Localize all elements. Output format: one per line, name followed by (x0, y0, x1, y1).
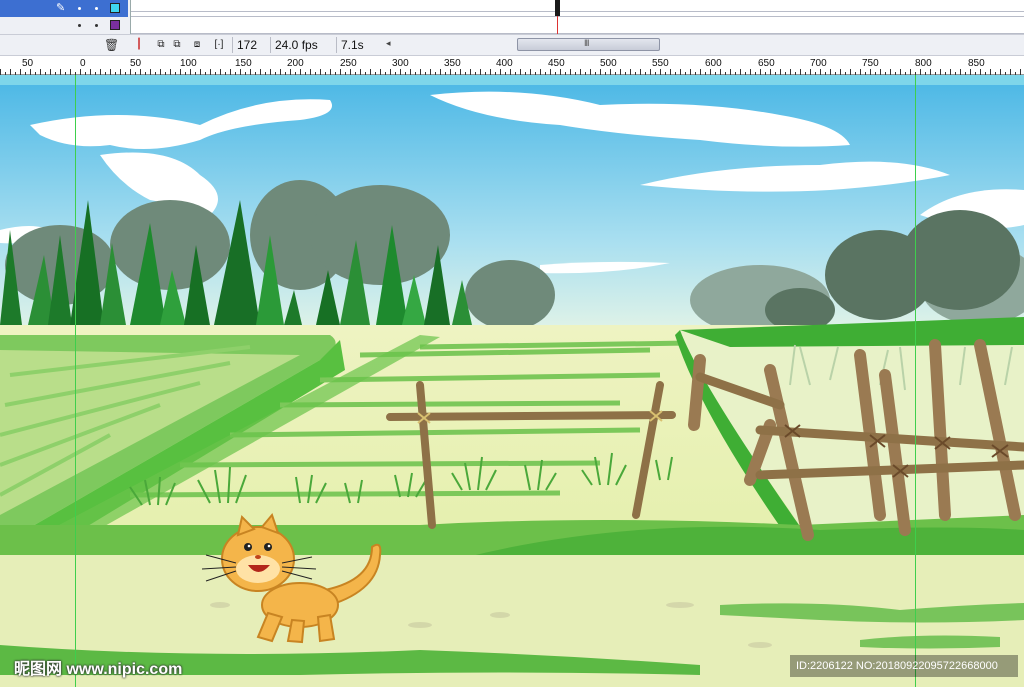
ruler-label: 750 (862, 58, 879, 69)
ruler-label: 700 (810, 58, 827, 69)
trash-icon[interactable]: 🗑 (104, 38, 119, 52)
layer-color-swatch[interactable] (110, 20, 120, 30)
layer-row[interactable] (0, 17, 128, 34)
ruler-label: 300 (392, 58, 409, 69)
scroll-left-icon[interactable]: ◂ (386, 38, 391, 49)
ruler-label: 50 (22, 58, 34, 69)
scrollbar-grip: III (584, 38, 589, 48)
elapsed-time: 7.1s (336, 37, 368, 53)
ruler-label: 50 (130, 58, 142, 69)
playhead-line (557, 16, 558, 34)
horizontal-ruler: 50 0 50 100 150 200 250 300 350 400 450 … (0, 55, 1024, 76)
timeline-scrollbar[interactable]: III (517, 38, 660, 51)
ruler-label: 250 (340, 58, 357, 69)
visibility-dot[interactable] (78, 7, 81, 10)
ruler-label: 850 (968, 58, 985, 69)
site-watermark: 昵图网 www.nipic.com (14, 661, 183, 678)
ruler-label: 100 (180, 58, 197, 69)
guide-line-left[interactable] (75, 75, 76, 687)
center-frame-icon[interactable]: ┃ (132, 38, 146, 52)
layer-color-swatch[interactable] (110, 3, 120, 13)
image-id-watermark: ID:2206122 NO:20180922095722668000 (790, 655, 1018, 677)
visibility-dot[interactable] (78, 24, 81, 27)
stage-top-band (0, 75, 1024, 85)
frame-row-line (131, 16, 1024, 17)
timeline-panel: ✎ 🗑 ┃ ⧉ ⧉ ⧈ [·] 172 24.0 fps 7.1s ◂ III (0, 0, 1024, 56)
edit-multiple-frames-icon[interactable]: ⧈ (190, 38, 204, 52)
ruler-label: 450 (548, 58, 565, 69)
pencil-icon: ✎ (56, 2, 66, 14)
onion-skin-icon[interactable]: ⧉ (154, 38, 168, 52)
ruler-label: 800 (915, 58, 932, 69)
ruler-label: 200 (287, 58, 304, 69)
timeline-controls: 🗑 ┃ ⧉ ⧉ ⧈ [·] 172 24.0 fps 7.1s ◂ III (0, 34, 1024, 56)
frame-rate[interactable]: 24.0 fps (270, 37, 322, 53)
scene-illustration (0, 85, 1024, 687)
ruler-label: 350 (444, 58, 461, 69)
lock-dot[interactable] (95, 7, 98, 10)
stage-canvas[interactable] (0, 85, 1024, 687)
playhead[interactable] (555, 0, 560, 16)
ruler-label: 0 (80, 58, 86, 69)
guide-line-right[interactable] (915, 75, 916, 687)
frame-row-line (131, 11, 1024, 12)
lock-dot[interactable] (95, 24, 98, 27)
ruler-label: 550 (652, 58, 669, 69)
ruler-label: 400 (496, 58, 513, 69)
frames-area[interactable] (130, 0, 1024, 34)
current-frame: 172 (232, 37, 261, 53)
flash-editor-window: ✎ 🗑 ┃ ⧉ ⧉ ⧈ [·] 172 24.0 fps 7.1s ◂ III … (0, 0, 1024, 687)
modify-markers-icon[interactable]: [·] (212, 38, 226, 52)
layer-row-selected[interactable]: ✎ (0, 0, 128, 17)
ruler-label: 500 (600, 58, 617, 69)
onion-outline-icon[interactable]: ⧉ (170, 38, 184, 52)
ruler-label: 150 (235, 58, 252, 69)
ruler-label: 650 (758, 58, 775, 69)
ruler-label: 600 (705, 58, 722, 69)
